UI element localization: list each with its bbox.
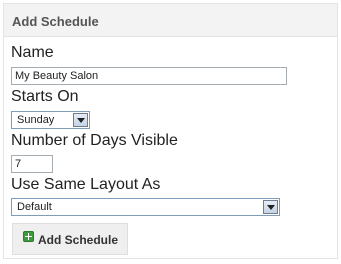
starts-on-select[interactable]: Sunday xyxy=(11,111,90,129)
days-visible-input[interactable] xyxy=(11,155,53,173)
layout-label: Use Same Layout As xyxy=(11,176,161,193)
panel-title: Add Schedule xyxy=(4,4,337,37)
layout-select[interactable]: Default xyxy=(11,198,280,216)
starts-on-value: Sunday xyxy=(17,114,55,126)
plus-icon xyxy=(23,231,34,242)
name-label: Name xyxy=(11,44,54,61)
add-schedule-button[interactable]: Add Schedule xyxy=(12,223,128,255)
days-visible-label: Number of Days Visible xyxy=(11,132,178,149)
dropdown-arrow-icon[interactable] xyxy=(73,113,88,127)
name-input[interactable] xyxy=(11,67,287,85)
add-schedule-panel: Add Schedule Name Starts On Sunday Numbe… xyxy=(3,3,338,259)
layout-value: Default xyxy=(17,201,52,213)
add-schedule-button-label: Add Schedule xyxy=(38,233,119,247)
starts-on-label: Starts On xyxy=(11,88,79,105)
dropdown-arrow-icon[interactable] xyxy=(263,200,278,214)
